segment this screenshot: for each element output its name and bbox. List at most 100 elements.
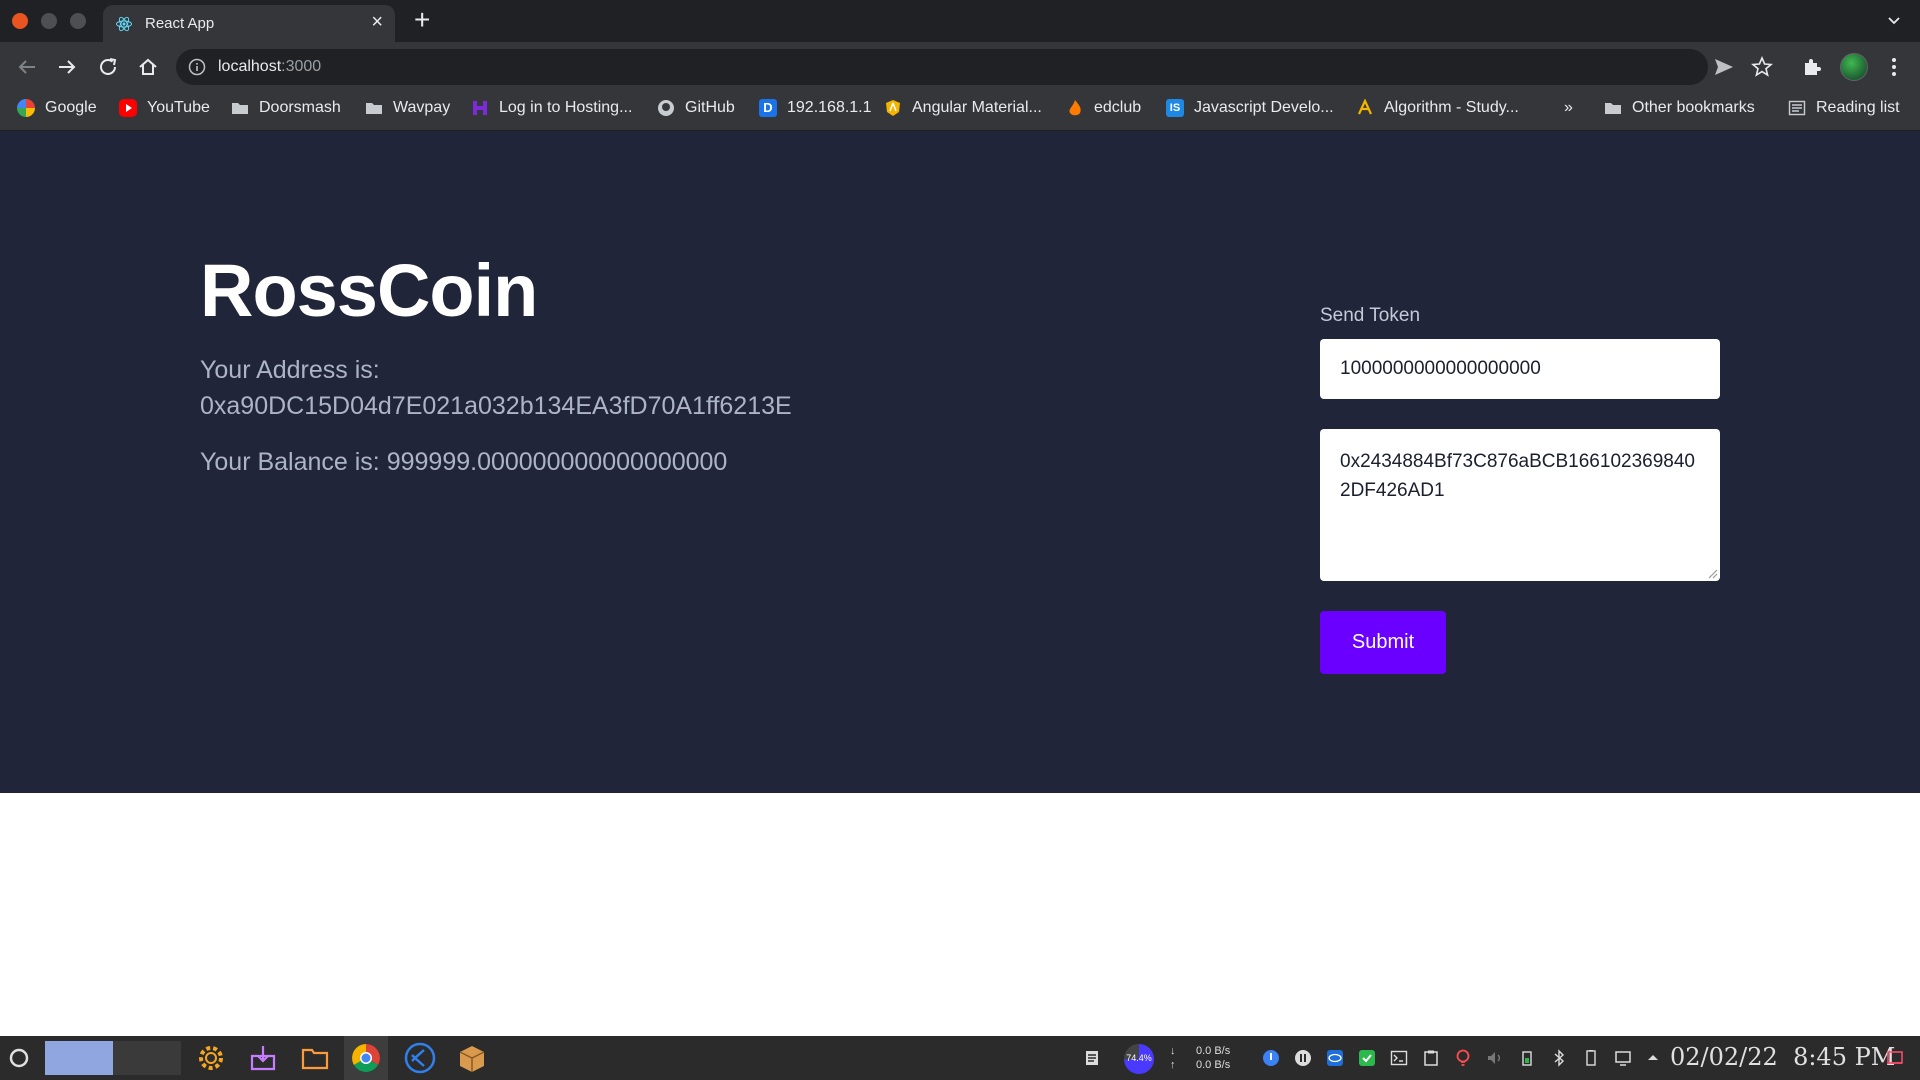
check-shield-icon[interactable] bbox=[1358, 1049, 1376, 1067]
hosting-icon bbox=[473, 101, 487, 115]
settings-gear-icon[interactable] bbox=[195, 1042, 227, 1074]
net-up-speed: 0.0 B/s bbox=[1196, 1059, 1231, 1071]
github-icon bbox=[658, 100, 674, 116]
extensions-puzzle-icon[interactable] bbox=[1800, 55, 1824, 79]
profile-avatar[interactable] bbox=[1840, 53, 1868, 81]
bookmark-doorsmash[interactable]: Doorsmash bbox=[231, 91, 341, 125]
software-install-icon[interactable] bbox=[247, 1042, 279, 1074]
kebab-menu-icon[interactable] bbox=[1882, 55, 1906, 79]
file-manager-folder-icon[interactable] bbox=[299, 1042, 331, 1074]
bookmark-javascript[interactable]: IS Javascript Develo... bbox=[1166, 91, 1334, 125]
vpn-eye-icon[interactable] bbox=[1326, 1049, 1344, 1067]
resize-handle-icon[interactable] bbox=[1706, 567, 1718, 579]
address-value: 0xa90DC15D04d7E021a032b134EA3fD70A1ff621… bbox=[200, 392, 792, 420]
amount-input[interactable] bbox=[1320, 339, 1720, 399]
terminal-icon[interactable] bbox=[1390, 1049, 1408, 1067]
js-icon: IS bbox=[1166, 99, 1184, 117]
react-icon bbox=[116, 16, 132, 32]
folder-icon bbox=[366, 103, 382, 114]
back-arrow-icon[interactable] bbox=[15, 55, 39, 79]
vscode-icon[interactable] bbox=[404, 1042, 436, 1074]
bookmarks-bar: Google YouTube Doorsmash Wavpay Log in t… bbox=[0, 91, 1920, 131]
send-icon[interactable] bbox=[1712, 55, 1736, 79]
bookmark-algorithm[interactable]: Algorithm - Study... bbox=[1356, 91, 1519, 125]
bookmark-router[interactable]: D 192.168.1.1 bbox=[759, 91, 872, 125]
bookmark-label: GitHub bbox=[685, 99, 735, 116]
page-title: RossCoin bbox=[200, 249, 538, 332]
maximize-window-button[interactable] bbox=[70, 13, 86, 29]
bookmark-label: Algorithm - Study... bbox=[1384, 99, 1519, 116]
browser-tab-strip: React App × + bbox=[0, 0, 1920, 42]
minimize-window-button[interactable] bbox=[41, 13, 57, 29]
bookmark-edclub[interactable]: edclub bbox=[1066, 91, 1141, 125]
recipient-address-textarea[interactable]: 0x2434884Bf73C876aBCB1661023698402DF426A… bbox=[1320, 429, 1720, 581]
angular-icon bbox=[886, 100, 900, 116]
display-icon[interactable] bbox=[1614, 1049, 1632, 1067]
wallet-address-block: Your Address is: 0xa90DC15D04d7E021a032b… bbox=[200, 352, 900, 424]
home-icon[interactable] bbox=[136, 55, 160, 79]
virtual-desktop-1[interactable] bbox=[45, 1041, 113, 1075]
show-desktop-icon[interactable] bbox=[1886, 1049, 1904, 1067]
bluetooth-icon[interactable] bbox=[1550, 1049, 1568, 1067]
bookmark-wavpay[interactable]: Wavpay bbox=[365, 91, 450, 125]
bookmark-hosting[interactable]: Log in to Hosting... bbox=[471, 91, 632, 125]
close-tab-icon[interactable]: × bbox=[371, 12, 383, 32]
virtual-desktop-2[interactable] bbox=[113, 1041, 181, 1075]
chrome-taskbar-item[interactable] bbox=[344, 1036, 388, 1080]
reading-list-button[interactable]: Reading list bbox=[1788, 91, 1900, 125]
bookmark-label: Javascript Develo... bbox=[1194, 99, 1334, 116]
close-window-button[interactable] bbox=[12, 13, 28, 29]
google-icon bbox=[17, 99, 35, 117]
bookmark-google[interactable]: Google bbox=[17, 91, 97, 125]
youtube-icon bbox=[119, 99, 137, 117]
send-token-label: Send Token bbox=[1320, 305, 1421, 326]
bookmark-angular[interactable]: Angular Material... bbox=[884, 91, 1042, 125]
bookmark-label: Wavpay bbox=[393, 99, 451, 116]
package-box-icon[interactable] bbox=[456, 1042, 488, 1074]
star-bookmark-icon[interactable] bbox=[1750, 55, 1774, 79]
tab-react-app[interactable]: React App × bbox=[103, 5, 395, 42]
battery-icon[interactable] bbox=[1582, 1049, 1600, 1067]
bookmark-label: Log in to Hosting... bbox=[499, 99, 633, 116]
clock-time: 8:45 PM bbox=[1793, 1043, 1896, 1071]
network-arrows-icon: ↓ ↑ bbox=[1170, 1045, 1176, 1071]
bookmark-youtube[interactable]: YouTube bbox=[119, 91, 210, 125]
app-page: RossCoin Your Address is: 0xa90DC15D04d7… bbox=[0, 131, 1920, 793]
submit-button[interactable]: Submit bbox=[1320, 611, 1446, 674]
wallet-balance: Your Balance is: 999999.0000000000000000… bbox=[200, 448, 727, 477]
algorithm-icon bbox=[1358, 99, 1372, 115]
chrome-icon bbox=[352, 1044, 380, 1072]
bookmark-label: Doorsmash bbox=[259, 99, 341, 116]
browser-toolbar: localhost:3000 bbox=[0, 42, 1920, 91]
lightbulb-icon[interactable] bbox=[1454, 1049, 1472, 1067]
bookmarks-overflow-chevron[interactable]: » bbox=[1564, 91, 1573, 125]
info-icon[interactable] bbox=[188, 58, 206, 76]
balance-label: Your Balance is: bbox=[200, 448, 380, 476]
bookmark-label: Angular Material... bbox=[912, 99, 1042, 116]
new-tab-button[interactable]: + bbox=[414, 6, 430, 34]
tab-search-chevron-icon[interactable] bbox=[1886, 12, 1902, 28]
app-launcher-icon[interactable] bbox=[6, 1045, 32, 1071]
router-icon: D bbox=[759, 99, 777, 117]
battery-small-icon[interactable] bbox=[1518, 1049, 1536, 1067]
tab-title: React App bbox=[145, 15, 215, 32]
bookmark-github[interactable]: GitHub bbox=[657, 91, 735, 125]
url-text[interactable]: localhost:3000 bbox=[218, 58, 321, 76]
media-pause-icon[interactable] bbox=[1294, 1049, 1312, 1067]
net-down-speed: 0.0 B/s bbox=[1196, 1045, 1231, 1057]
reading-list-label: Reading list bbox=[1816, 99, 1900, 116]
edclub-icon bbox=[1069, 100, 1081, 116]
bookmark-label: edclub bbox=[1094, 99, 1142, 116]
other-bookmarks-folder[interactable]: Other bookmarks bbox=[1604, 91, 1755, 125]
clock[interactable]: 02/02/22 8:45 PM bbox=[1670, 1043, 1895, 1071]
address-bar[interactable]: localhost:3000 bbox=[176, 49, 1708, 85]
volume-muted-icon[interactable] bbox=[1486, 1049, 1504, 1067]
bookmark-label: YouTube bbox=[147, 99, 210, 116]
notes-icon[interactable] bbox=[1083, 1049, 1101, 1067]
folder-icon bbox=[1605, 103, 1621, 114]
info-tray-icon[interactable] bbox=[1262, 1049, 1280, 1067]
clipboard-icon[interactable] bbox=[1422, 1049, 1440, 1067]
forward-arrow-icon[interactable] bbox=[55, 55, 79, 79]
reload-icon[interactable] bbox=[96, 55, 120, 79]
tray-expand-chevron-icon[interactable] bbox=[1644, 1049, 1662, 1067]
